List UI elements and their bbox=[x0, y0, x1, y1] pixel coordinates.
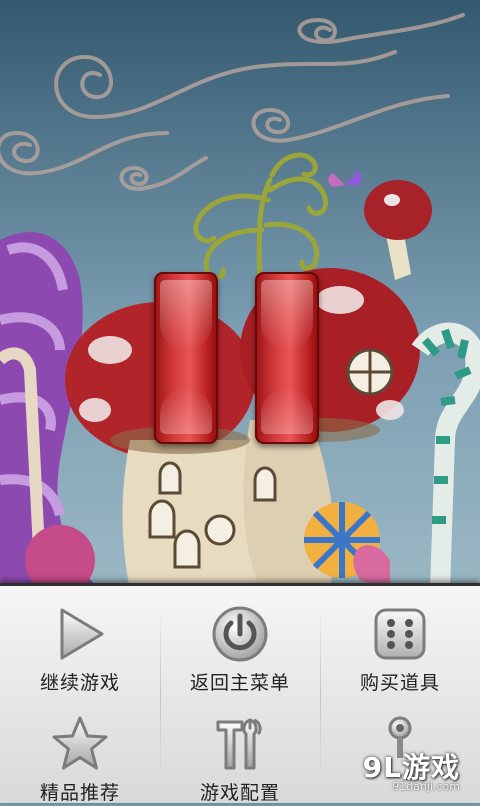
menu-item-label: 游戏配置 bbox=[199, 782, 280, 804]
menu-item-label: 继续游戏 bbox=[39, 672, 120, 694]
pause-button-right-bar[interactable] bbox=[255, 272, 319, 444]
continue-game-button[interactable]: 继续游戏 bbox=[0, 586, 160, 696]
menu-item-label: 购买道具 bbox=[359, 672, 440, 694]
tools-icon bbox=[216, 718, 262, 770]
menu-item-label: 精品推荐 bbox=[39, 782, 120, 804]
pause-button-left-bar[interactable] bbox=[154, 272, 218, 444]
featured-recommendations-button[interactable]: 精品推荐 bbox=[0, 696, 160, 806]
candy-land-illustration bbox=[0, 13, 480, 590]
return-main-menu-button[interactable]: 返回主菜单 bbox=[160, 586, 320, 696]
game-settings-button[interactable]: 游戏配置 bbox=[160, 696, 320, 806]
play-icon bbox=[60, 608, 104, 660]
butterfly-icon bbox=[328, 171, 362, 187]
buy-items-button[interactable]: 购买道具 bbox=[320, 586, 480, 696]
menu-item-label: 返回主菜单 bbox=[189, 672, 290, 694]
game-scene-background bbox=[0, 0, 480, 590]
watermark-logo: 9L游戏 91danji.com bbox=[346, 746, 466, 796]
dice-icon bbox=[374, 608, 426, 660]
star-icon bbox=[52, 716, 108, 770]
pause-menu: 继续游戏 返回主菜单 购买道具 精品推荐 游戏配置 9L游戏 91danji.c… bbox=[0, 583, 480, 806]
power-icon bbox=[212, 606, 268, 662]
watermark-domain: 91danji.com bbox=[392, 780, 460, 793]
